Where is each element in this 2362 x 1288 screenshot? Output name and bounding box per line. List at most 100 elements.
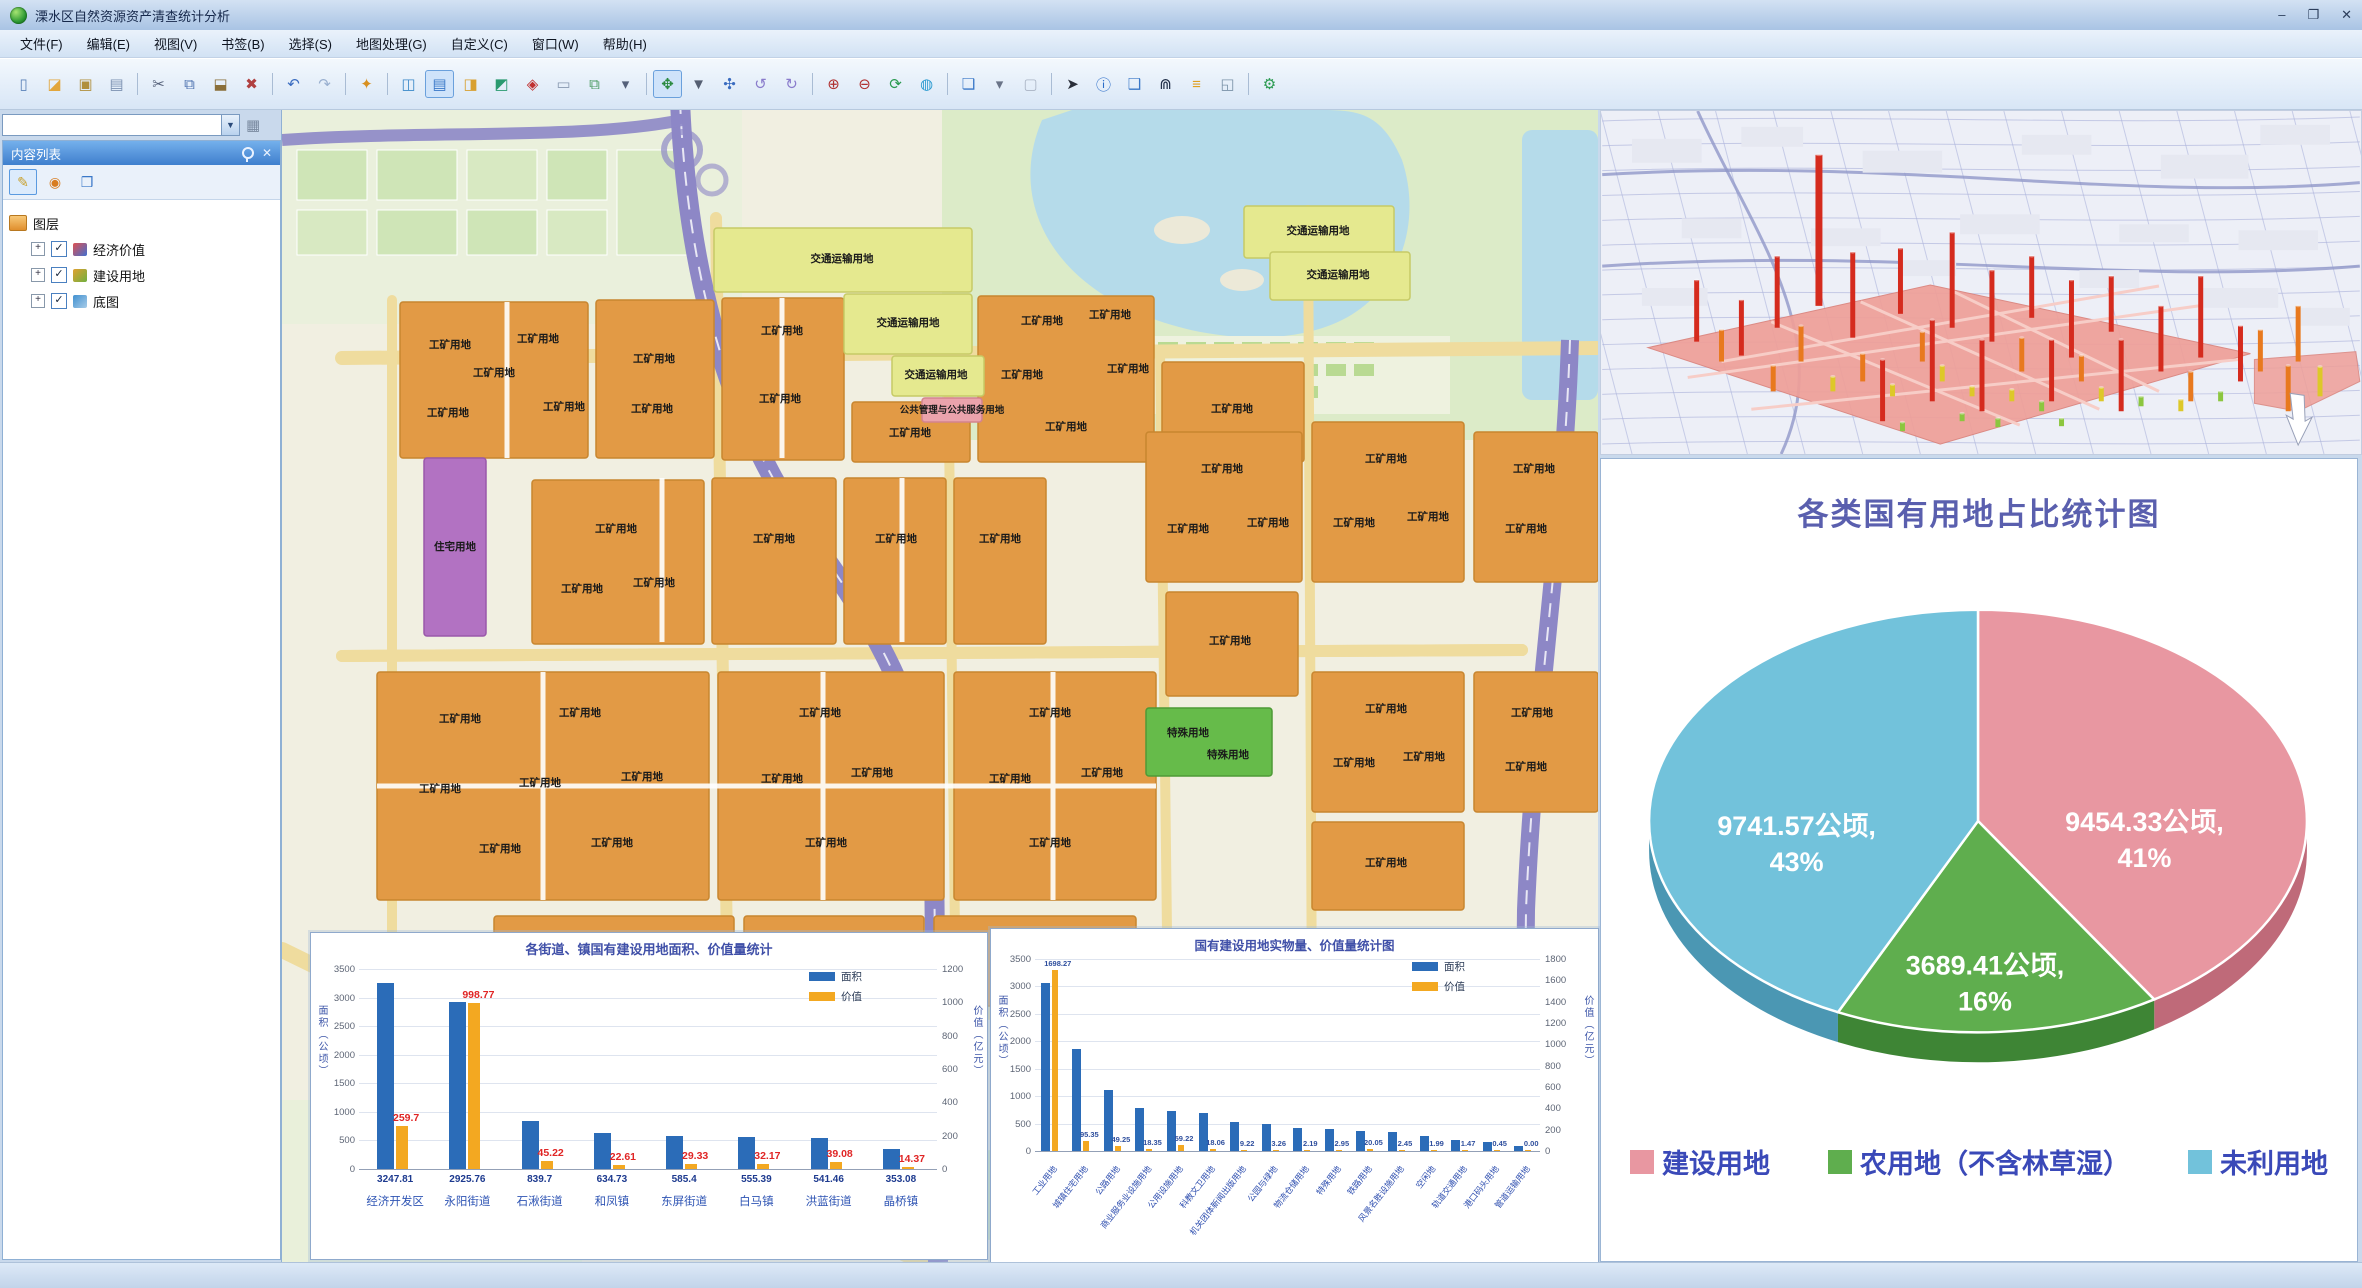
panel-close-icon[interactable]: ✕ (262, 146, 272, 160)
menu-item-0[interactable]: 文件(F) (8, 30, 75, 57)
value-bar (1304, 1150, 1310, 1151)
menu-item-6[interactable]: 自定义(C) (439, 30, 520, 57)
zoom-out-button[interactable]: ⊖ (850, 70, 879, 98)
catalog-window-button[interactable]: ◨ (456, 70, 485, 98)
menu-item-1[interactable]: 编辑(E) (75, 30, 142, 57)
bookmarks-button[interactable]: ❏ (954, 70, 983, 98)
pointer-button[interactable]: ➤ (1058, 70, 1087, 98)
delete-button[interactable]: ✖ (237, 70, 266, 98)
menu-item-5[interactable]: 地图处理(G) (344, 30, 439, 57)
map-window-button[interactable]: ◫ (394, 70, 423, 98)
menu-item-3[interactable]: 书签(B) (209, 30, 276, 57)
search-window-button[interactable]: ◩ (487, 70, 516, 98)
cut-button[interactable]: ✂ (144, 70, 173, 98)
value-column (2258, 330, 2263, 372)
menu-item-8[interactable]: 帮助(H) (591, 30, 659, 57)
scale-input[interactable] (3, 115, 221, 135)
tree-root-row[interactable]: 图层 (9, 210, 274, 236)
redo-button[interactable]: ↷ (310, 70, 339, 98)
measure-button[interactable]: ≡ (1182, 70, 1211, 98)
select-features-button[interactable]: ▼ (684, 70, 713, 98)
chart-legend: 面积价值 (809, 969, 862, 1004)
link-views-button[interactable]: ⧉ (580, 70, 609, 98)
style-manager-button[interactable]: ◈ (518, 70, 547, 98)
pan-button[interactable]: ✥ (653, 70, 682, 98)
select-features-icon: ▼ (691, 76, 706, 93)
tab-list-by-source[interactable]: ◉ (41, 169, 69, 195)
identify-button[interactable]: ⓘ (1089, 70, 1118, 98)
minimize-button[interactable]: – (2278, 7, 2285, 23)
value-label: 0.45 (1492, 1139, 1507, 1148)
parcel-label-i: 工矿用地 (1365, 702, 1407, 715)
new-viewer-button[interactable]: ▭ (549, 70, 578, 98)
combobox-dropdown-icon[interactable]: ▼ (221, 115, 239, 135)
find-button[interactable]: ⋒ (1151, 70, 1180, 98)
inactive-tool-button[interactable]: ▢ (1016, 70, 1045, 98)
parcel-label-i: 工矿用地 (1513, 462, 1555, 475)
zoom-out-icon: ⊖ (858, 75, 871, 93)
geoprocessing-button[interactable]: ⚙ (1255, 70, 1284, 98)
tab-list-by-visibility[interactable]: ❒ (73, 169, 101, 195)
navigate-button[interactable]: ✣ (715, 70, 744, 98)
style-manager-icon: ◈ (527, 75, 539, 93)
expand-icon[interactable]: + (31, 242, 45, 256)
panel-tab-strip: ✎◉ ❒ (3, 165, 280, 200)
3d-scene-view[interactable] (1600, 110, 2362, 455)
full-extent-globe-button[interactable]: ◍ (912, 70, 941, 98)
refresh-view-button[interactable]: ⟳ (881, 70, 910, 98)
layer-checkbox[interactable]: ✓ (51, 267, 67, 283)
scale-combobox[interactable]: ▼ (2, 114, 240, 136)
rotate-left-button[interactable]: ↺ (746, 70, 775, 98)
locator-grid-icon[interactable]: ▦ (246, 116, 260, 134)
right-axis-tick: 200 (942, 1131, 958, 1142)
menu-item-4[interactable]: 选择(S) (277, 30, 344, 57)
open-folder-button[interactable]: ◪ (40, 70, 69, 98)
rotate-right-button[interactable]: ↻ (777, 70, 806, 98)
save-button[interactable]: ▣ (71, 70, 100, 98)
value-column (2318, 367, 2323, 397)
3d-scene-canvas[interactable] (1601, 111, 2361, 454)
menu-item-7[interactable]: 窗口(W) (520, 30, 591, 57)
value-column (2158, 306, 2163, 372)
category-label: 永阳街道 (444, 1193, 490, 1209)
value-bar (468, 1003, 480, 1169)
tree-item-建设用地[interactable]: +✓建设用地 (9, 262, 274, 288)
layout-view-button[interactable]: ▤ (425, 70, 454, 98)
layer-checkbox[interactable]: ✓ (51, 293, 67, 309)
scale-row: ▼ ▦ (2, 112, 280, 138)
expand-icon[interactable]: + (31, 294, 45, 308)
tree-root-label: 图层 (33, 214, 59, 233)
print-button[interactable]: ▤ (102, 70, 131, 98)
left-axis-tick: 500 (317, 1135, 355, 1146)
add-data-button[interactable]: ✦ (352, 70, 381, 98)
zoom-in-button[interactable]: ⊕ (819, 70, 848, 98)
value-column (1930, 320, 1935, 402)
tree-item-经济价值[interactable]: + ✓ 经济价值 (9, 236, 274, 262)
new-document-button[interactable]: ▯ (9, 70, 38, 98)
dropdown-arrow-button[interactable]: ▾ (985, 70, 1014, 98)
tree-item-底图[interactable]: +✓底图 (9, 288, 274, 314)
pin-icon[interactable] (242, 147, 254, 159)
close-button[interactable]: ✕ (2341, 7, 2352, 23)
overview-window-button[interactable]: ◱ (1213, 70, 1242, 98)
undo-button[interactable]: ↶ (279, 70, 308, 98)
copy-button[interactable]: ⧉ (175, 70, 204, 98)
toolbar-separator (646, 73, 647, 95)
layer-checkbox[interactable]: ✓ (51, 241, 67, 257)
parcel-label-i: 工矿用地 (1201, 462, 1243, 475)
value-label: 14.37 (899, 1153, 925, 1165)
value-column (2049, 340, 2054, 402)
list-by-visibility-icon: ❒ (81, 174, 94, 191)
menu-item-2[interactable]: 视图(V) (142, 30, 209, 57)
layer-label: 经济价值 (93, 240, 145, 259)
html-popup-button[interactable]: ❑ (1120, 70, 1149, 98)
more-windows-button[interactable]: ▾ (611, 70, 640, 98)
paste-button[interactable]: ⬓ (206, 70, 235, 98)
expand-icon[interactable]: + (31, 268, 45, 282)
value-label: 49.25 (1112, 1135, 1131, 1144)
area-bar (449, 1002, 466, 1169)
maximize-button[interactable]: ❐ (2307, 7, 2319, 23)
tab-list-by-drawing-order[interactable]: ✎ (9, 169, 37, 195)
parcel-label-i: 工矿用地 (1089, 308, 1131, 321)
area-bar (1483, 1142, 1492, 1151)
